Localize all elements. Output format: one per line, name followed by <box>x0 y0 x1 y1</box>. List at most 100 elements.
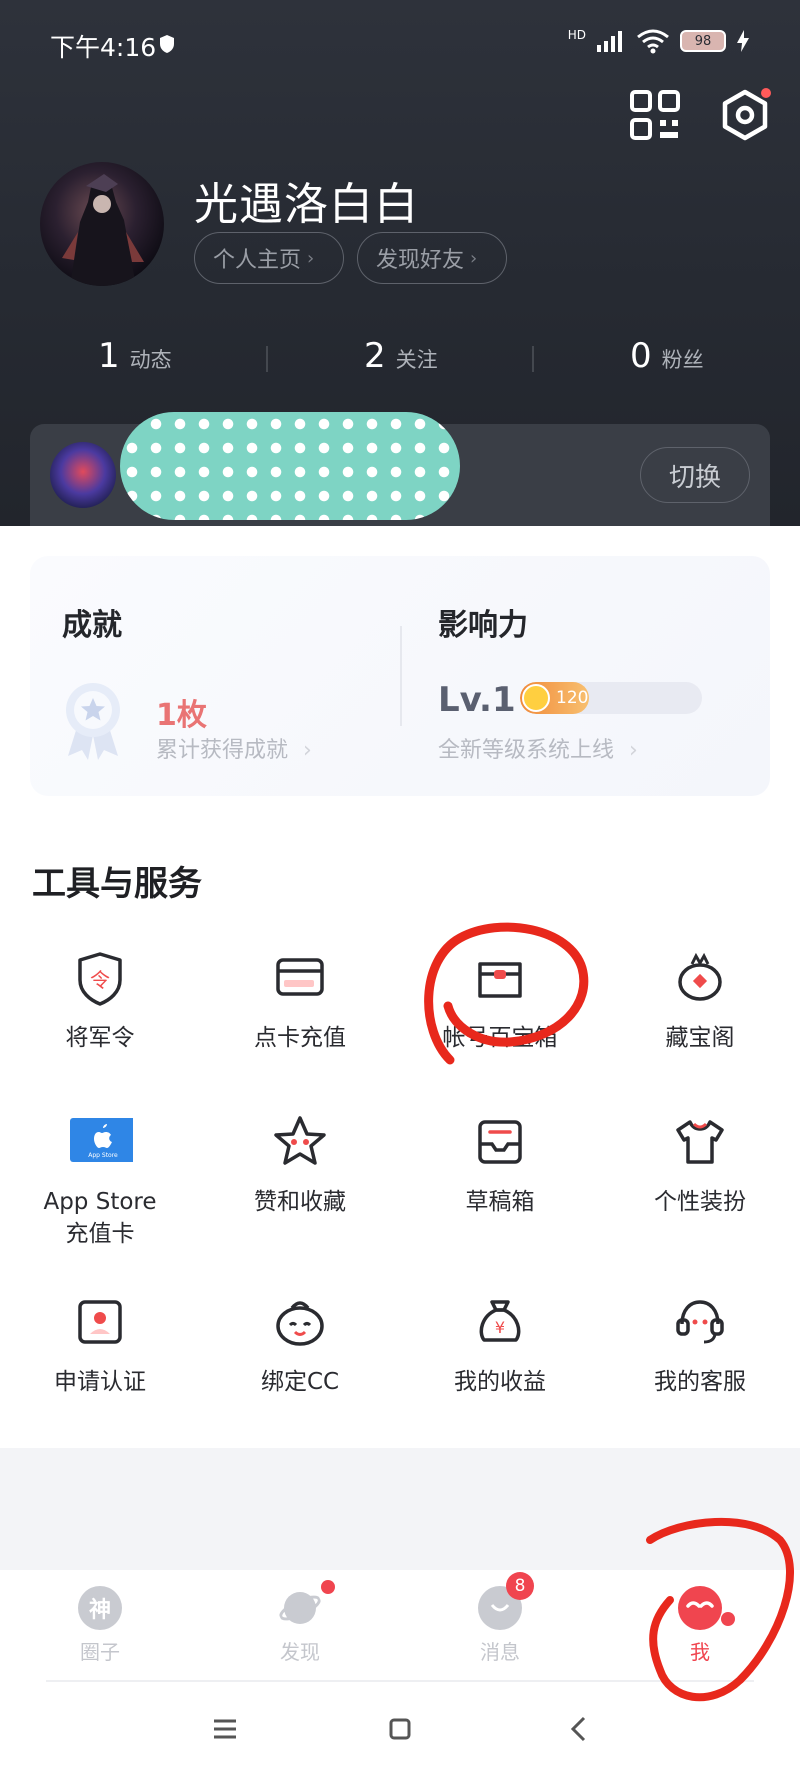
stat-posts[interactable]: 1 动态 <box>98 336 172 376</box>
stat-posts-label: 动态 <box>129 348 172 372</box>
tab-label: 消息 <box>480 1640 520 1664</box>
level-xp: 120 <box>556 688 589 708</box>
profile-home-label: 个人主页 <box>213 248 302 273</box>
signal-icon <box>597 31 622 52</box>
stat-followers[interactable]: 0 粉丝 <box>630 336 704 376</box>
me-tab-icon <box>678 1586 722 1630</box>
redacted-game-name <box>120 412 460 520</box>
tshirt-icon <box>676 1120 724 1164</box>
tool-drafts[interactable]: 草稿箱 <box>410 1112 590 1218</box>
find-friends-button[interactable]: 发现好友 › <box>357 232 507 284</box>
tool-label: 将军令 <box>65 1025 135 1051</box>
influence-sub-label: 全新等级系统上线 <box>438 738 615 763</box>
svg-text:令: 令 <box>90 968 110 992</box>
shield-token-icon: 令 <box>78 952 122 1006</box>
wifi-icon <box>637 29 669 54</box>
charging-icon <box>737 30 749 52</box>
tool-account-toolbox[interactable]: 帐号百宝箱 <box>410 948 590 1054</box>
find-friends-label: 发现好友 <box>376 248 465 273</box>
svg-text:¥: ¥ <box>495 1318 505 1337</box>
game-avatar <box>50 442 116 508</box>
tab-messages[interactable]: 消息 <box>440 1586 560 1665</box>
tool-label: 帐号百宝箱 <box>442 1025 558 1051</box>
tool-apply-certification[interactable]: 申请认证 <box>10 1292 190 1398</box>
tab-circle[interactable]: 神 圈子 <box>40 1586 160 1665</box>
tab-me[interactable]: 我 <box>640 1586 760 1665</box>
messages-badge: 8 <box>506 1572 534 1600</box>
money-bag-icon: ¥ <box>479 1300 521 1342</box>
tools-section-title: 工具与服务 <box>32 864 202 904</box>
chevron-right-icon: › <box>303 738 312 763</box>
tool-my-earnings[interactable]: ¥ 我的收益 <box>410 1292 590 1398</box>
tool-label: App Store 充值卡 <box>43 1189 157 1247</box>
stat-following[interactable]: 2 关注 <box>364 336 438 376</box>
chevron-right-icon: › <box>307 247 315 269</box>
section-spacer <box>0 1448 800 1570</box>
tool-label: 草稿箱 <box>465 1189 535 1215</box>
influence-title: 影响力 <box>438 608 528 643</box>
status-bar: 下午4:16 HD 98 <box>0 0 800 86</box>
medal-icon <box>66 683 120 760</box>
lightning-icon <box>522 684 550 712</box>
tool-treasure-pavilion[interactable]: 藏宝阁 <box>610 948 790 1054</box>
stat-following-count: 2 <box>364 336 386 376</box>
switch-account-button[interactable]: 切换 <box>640 447 750 503</box>
shield-status-icon <box>160 35 174 53</box>
star-icon <box>274 1116 326 1165</box>
tool-personal-dressup[interactable]: 个性装扮 <box>610 1112 790 1218</box>
menu-icon[interactable] <box>208 1712 242 1746</box>
home-icon[interactable] <box>383 1712 417 1746</box>
stat-following-label: 关注 <box>395 348 438 372</box>
tool-bind-cc[interactable]: 绑定CC <box>210 1292 390 1398</box>
avatar[interactable] <box>40 162 164 286</box>
card-icon <box>276 958 324 996</box>
chevron-right-icon: › <box>470 247 478 269</box>
stat-posts-count: 1 <box>98 336 120 376</box>
status-time: 下午4:16 <box>50 33 157 62</box>
tab-label: 圈子 <box>80 1640 120 1664</box>
tool-label: 赞和收藏 <box>254 1189 346 1215</box>
tool-customer-service[interactable]: 我的客服 <box>610 1292 790 1398</box>
tab-discover[interactable]: 发现 <box>240 1586 360 1665</box>
achievement-link[interactable]: 累计获得成就 › <box>156 732 312 764</box>
qr-code-icon[interactable] <box>630 90 680 140</box>
influence-link[interactable]: 全新等级系统上线 › <box>438 732 638 764</box>
achievement-sub-label: 累计获得成就 <box>156 738 289 763</box>
tool-label: 我的客服 <box>654 1369 746 1395</box>
tool-likes-favorites[interactable]: 赞和收藏 <box>210 1112 390 1218</box>
battery-indicator: 98 <box>680 30 726 52</box>
me-notification-dot <box>721 1612 735 1626</box>
planet-icon <box>279 1592 321 1624</box>
discover-notification-dot <box>321 1580 335 1594</box>
tab-label: 发现 <box>280 1640 320 1664</box>
toolbox-icon <box>478 962 522 998</box>
achievement-title: 成就 <box>62 608 122 643</box>
headset-icon <box>676 1300 724 1344</box>
username: 光遇洛白白 <box>194 179 419 230</box>
profile-home-button[interactable]: 个人主页 › <box>194 232 344 284</box>
stat-divider <box>266 346 268 372</box>
back-icon[interactable] <box>562 1712 596 1746</box>
status-indicators: HD 98 <box>568 28 750 54</box>
tool-app-store-card[interactable]: App Store App Store 充值卡 <box>10 1112 190 1250</box>
chevron-right-icon: › <box>629 738 638 763</box>
tool-label: 我的收益 <box>454 1369 546 1395</box>
stat-divider <box>532 346 534 372</box>
tool-label: 个性装扮 <box>654 1189 746 1215</box>
cc-bind-icon <box>276 1301 324 1346</box>
tool-label: 点卡充值 <box>254 1025 346 1051</box>
draft-box-icon <box>478 1120 522 1164</box>
treasure-bird-icon <box>678 952 722 1001</box>
stat-followers-count: 0 <box>630 336 652 376</box>
circle-tab-icon: 神 <box>78 1586 122 1630</box>
achievement-count: 1枚 <box>156 698 207 733</box>
stat-followers-label: 粉丝 <box>661 348 704 372</box>
tool-general-token[interactable]: 令 将军令 <box>10 948 190 1054</box>
level-text: Lv.1 <box>438 680 516 720</box>
svg-text:App Store: App Store <box>88 1152 118 1159</box>
app-store-icon: App Store <box>70 1118 133 1162</box>
network-type: HD <box>567 28 586 42</box>
tool-label: 申请认证 <box>54 1369 146 1395</box>
tool-card-recharge[interactable]: 点卡充值 <box>210 948 390 1054</box>
tool-label: 绑定CC <box>260 1369 340 1395</box>
